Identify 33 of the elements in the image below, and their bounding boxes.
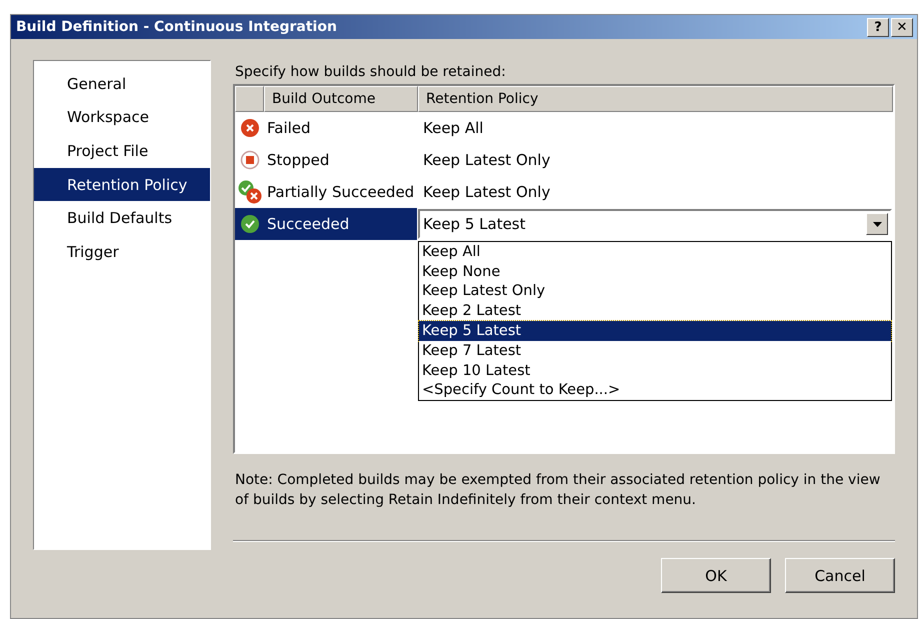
cancel-button[interactable]: Cancel [785, 558, 895, 593]
dropdown-option[interactable]: Keep 5 Latest [419, 321, 891, 341]
caret-icon [872, 222, 882, 226]
table-cell: Succeeded [264, 208, 417, 240]
note-text: Note: Completed builds may be exempted from their associated retention policy in the view of builds by selecting Retain Indefinitely from their context menu. [235, 471, 882, 510]
table-cell-text: Keep Latest Only [422, 151, 552, 169]
dropdown-value: Keep 5 Latest [423, 215, 526, 233]
row-header[interactable] [235, 208, 264, 240]
stop-icon [240, 150, 260, 170]
column-header[interactable]: Build Outcome [264, 86, 418, 112]
column-header[interactable]: Retention Policy [418, 86, 893, 112]
sidebar-item[interactable]: Build Defaults [34, 201, 210, 235]
close-button[interactable]: ✕ [891, 18, 913, 36]
table-cell-text: Keep Latest Only [422, 183, 552, 201]
success-icon [240, 214, 260, 234]
window-title: Build Definition - Continuous Integration [16, 19, 337, 35]
sidebar-item[interactable]: Retention Policy [34, 168, 210, 202]
partial-success-icon [238, 180, 262, 204]
table-cell-text: Partially Succeeded [266, 182, 416, 203]
sidebar-item[interactable]: Workspace [34, 100, 210, 134]
error-icon [240, 118, 260, 138]
policy-dropdown[interactable]: Keep 5 Latest [418, 209, 892, 239]
dropdown-button[interactable] [866, 213, 888, 235]
ok-button[interactable]: OK [661, 558, 771, 593]
sidebar-item[interactable]: General [34, 67, 210, 101]
table-cell-text: Stopped [266, 150, 330, 171]
sidebar-item[interactable]: Trigger [34, 234, 210, 269]
table-cell-text: Keep All [422, 119, 484, 137]
help-button[interactable]: ? [867, 18, 889, 36]
instruction-label: Specify how builds should be retained: [235, 64, 507, 80]
dropdown-option[interactable]: Keep 2 Latest [419, 301, 891, 322]
table-cell-text: Failed [266, 118, 312, 139]
sidebar-item[interactable]: Project File [34, 134, 210, 168]
